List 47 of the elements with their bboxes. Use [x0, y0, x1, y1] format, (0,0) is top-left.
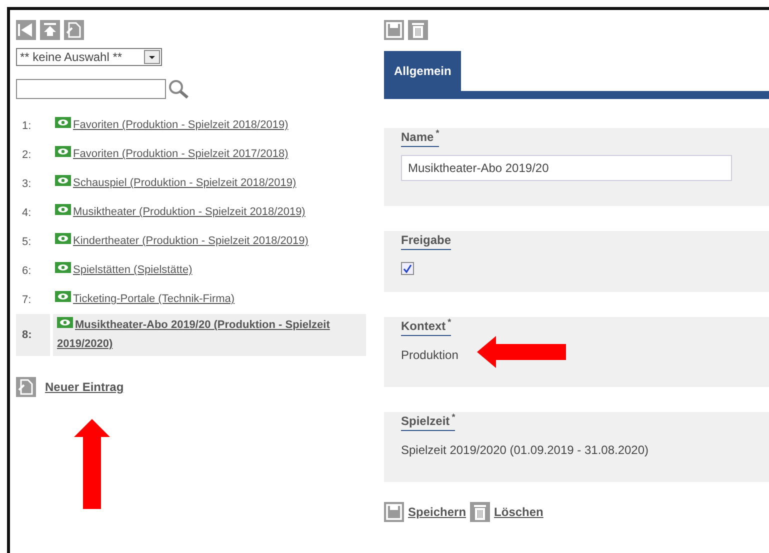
search-field[interactable] — [16, 79, 166, 99]
row-number: 5: — [21, 234, 32, 250]
field-label: Name$^{*}$ — [401, 130, 440, 147]
save-link[interactable]: Speichern — [408, 505, 466, 519]
eye-icon — [55, 262, 71, 273]
field-label: Spielzeit$^{*}$ — [401, 414, 456, 431]
row-number: 4: — [21, 206, 32, 220]
entry-link[interactable]: Kindertheater (Produktion - Spielzeit 2018/2019) — [53, 232, 366, 251]
row-number: 2: — [21, 148, 32, 162]
new-document-icon[interactable] — [16, 377, 36, 397]
eye-icon — [55, 117, 71, 128]
checkbox[interactable] — [401, 262, 414, 275]
name-field[interactable]: Musiktheater-Abo 2019/20 — [401, 155, 732, 181]
search-icon[interactable] — [168, 79, 190, 99]
eye-icon — [55, 146, 71, 157]
filter-dropdown[interactable]: ** keine Auswahl ** — [16, 48, 162, 66]
row-number: 1: — [21, 118, 32, 134]
row-number: 8: — [16, 314, 50, 356]
entry-link[interactable]: Favoriten (Produktion - Spielzeit 2018/2019) — [53, 116, 366, 135]
eye-icon — [57, 317, 73, 328]
entry-link[interactable]: Ticketing-Portale (Technik-Firma) — [53, 290, 366, 309]
save-icon[interactable] — [384, 20, 404, 40]
new-entry-link[interactable]: Neuer Eintrag — [45, 380, 124, 394]
trash-icon[interactable] — [408, 20, 428, 40]
eye-icon — [55, 204, 71, 215]
caret-icon — [144, 50, 160, 64]
tab[interactable]: Allgemein — [384, 51, 462, 91]
row-number: 6: — [21, 264, 32, 278]
entry-link[interactable]: Musiktheater-Abo 2019/20 (Produktion - Spielzeit 2019/2020) — [53, 314, 366, 356]
entry-link[interactable]: Musiktheater (Produktion - Spielzeit 2018/2019) — [53, 203, 366, 222]
field-label: Freigabe — [401, 233, 452, 250]
field-label: Kontext$^{*}$ — [401, 319, 452, 336]
eye-icon — [55, 291, 71, 302]
row-number: 3: — [21, 176, 32, 192]
trash-icon[interactable] — [470, 502, 490, 522]
row-number: 7: — [21, 292, 32, 308]
field-value: Produktion — [401, 348, 460, 362]
new-document-icon[interactable] — [64, 20, 84, 40]
entry-link[interactable]: Schauspiel (Produktion - Spielzeit 2018/2019) — [53, 174, 366, 193]
eye-icon — [55, 233, 71, 244]
entry-link[interactable]: Spielstätten (Spielstätte) — [53, 261, 366, 280]
back-icon[interactable] — [16, 20, 36, 40]
field-value: Spielzeit 2019/2020 (01.09.2019 - 31.08.2020) — [401, 443, 650, 457]
delete-link[interactable]: Löschen — [494, 505, 544, 519]
entry-link[interactable]: Favoriten (Produktion - Spielzeit 2017/2018) — [53, 145, 366, 164]
save-icon[interactable] — [384, 502, 404, 522]
eye-icon — [55, 175, 71, 186]
